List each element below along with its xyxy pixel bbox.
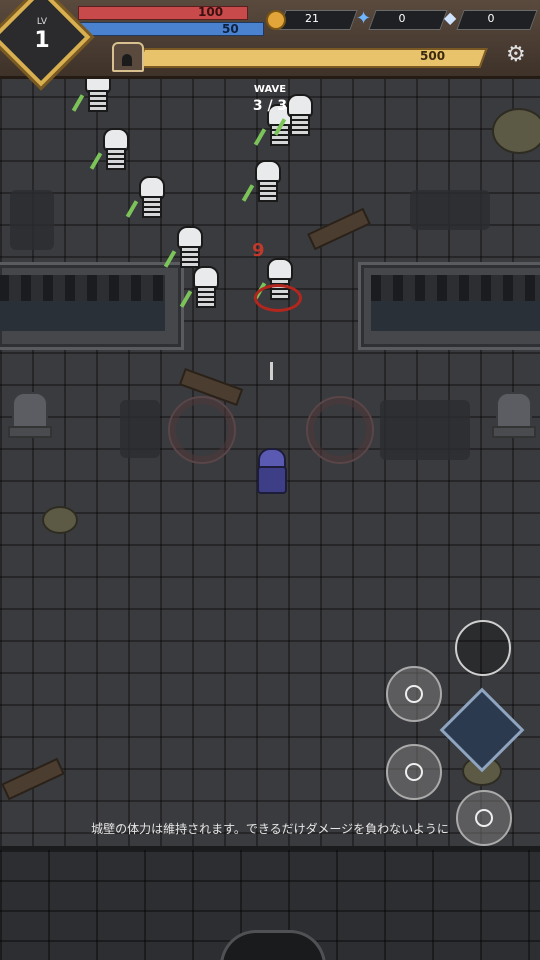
dead-bush <box>42 506 78 534</box>
water-pit <box>371 275 540 331</box>
dead-bush <box>492 108 540 154</box>
floor-shadow <box>120 400 160 458</box>
floor-shadow <box>380 400 470 460</box>
summoning-circle <box>168 396 236 464</box>
gear-icon[interactable]: ⚙ <box>506 42 526 67</box>
broken-plank <box>307 207 371 251</box>
tutorial-hint: 城壁の体力は維持されます。できるだけダメージを負わないように <box>91 822 449 836</box>
water-pit <box>0 275 165 331</box>
level-label: LV <box>36 17 48 27</box>
summoning-circle <box>306 396 374 464</box>
coin-count: 21 <box>305 12 319 25</box>
skill-button-2[interactable] <box>386 744 442 800</box>
skeleton-enemy <box>163 226 204 270</box>
mp-value: 50 <box>222 22 239 36</box>
arrow-projectile <box>270 362 273 380</box>
wave-label: WAVE <box>253 84 287 95</box>
target-marker <box>254 284 302 312</box>
stone-ledge-right <box>358 262 540 350</box>
gem-icon: ◆ <box>444 8 457 27</box>
floor-shadow <box>10 190 54 250</box>
coin-icon <box>266 10 286 30</box>
skill-button-1[interactable] <box>386 666 442 722</box>
star-count: 0 <box>398 12 406 25</box>
skeleton-enemy <box>125 176 166 220</box>
skeleton-enemy <box>89 128 130 172</box>
dungeon-floor: 9 WAVE 3 / 3 100 50 21 0 ✦ 0 ◆ 500 ⚙ LV … <box>0 0 540 960</box>
castle-icon <box>112 42 144 72</box>
tombstone <box>8 392 52 438</box>
skeleton-enemy <box>241 160 282 204</box>
broken-plank <box>1 757 65 801</box>
level-value: 1 <box>34 28 50 53</box>
wave-counter: 3 / 3 <box>252 98 288 114</box>
special-skill-button[interactable] <box>439 687 525 773</box>
star-icon: ✦ <box>356 8 372 29</box>
joystick[interactable] <box>455 620 511 676</box>
castle-hp-value: 500 <box>420 49 446 63</box>
floor-shadow <box>410 190 490 230</box>
skeleton-enemy <box>179 266 220 310</box>
stone-ledge-left <box>0 262 184 350</box>
tombstone <box>492 392 536 438</box>
player-character <box>255 448 287 494</box>
gem-count: 0 <box>487 12 495 25</box>
skill-button-3[interactable] <box>456 790 512 846</box>
damage-number: 9 <box>252 240 265 261</box>
hp-value: 100 <box>198 5 224 19</box>
